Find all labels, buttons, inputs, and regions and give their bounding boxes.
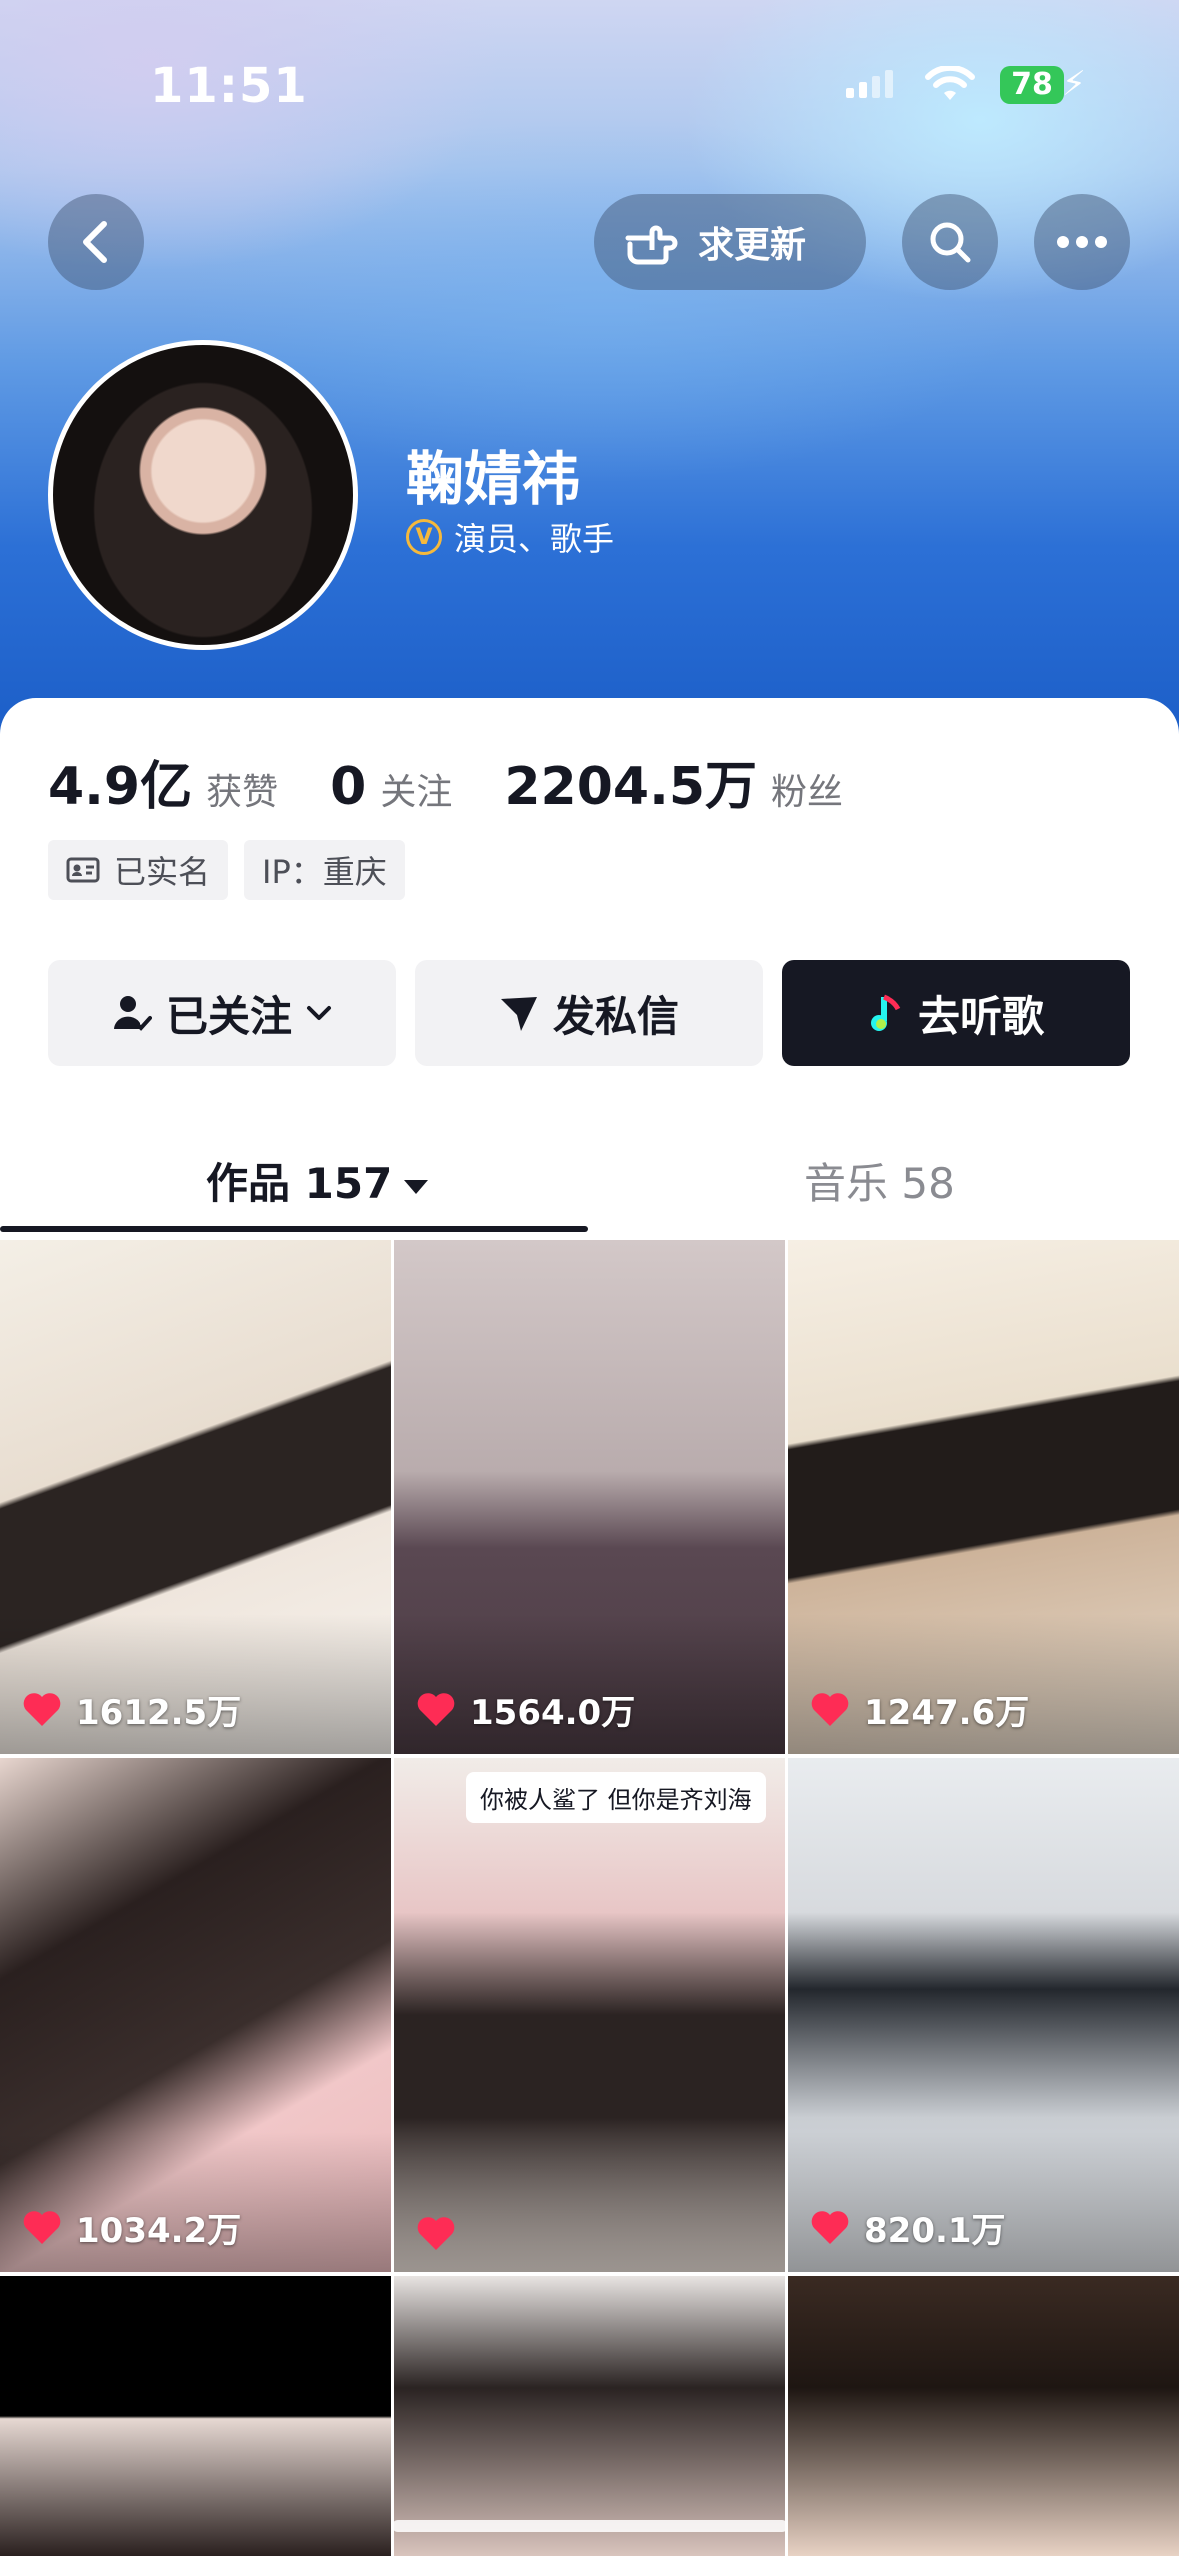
video-likes <box>416 2216 470 2252</box>
status-bar: 11:51 78 ⚡ <box>0 0 1179 150</box>
battery-level: 78 <box>1000 66 1064 104</box>
video-likes: 1612.5万 <box>22 1685 241 1734</box>
following-label[interactable]: 关注 <box>380 763 452 815</box>
status-time: 11:51 <box>150 58 308 114</box>
video-likes-count: 1612.5万 <box>76 1693 242 1733</box>
caret-down-icon <box>404 1179 429 1194</box>
heart-icon <box>23 2210 61 2244</box>
chevron-down-icon <box>306 1004 332 1022</box>
video-thumbnail[interactable]: 1034.2万 <box>0 1758 391 2272</box>
followed-label: 已关注 <box>165 991 292 1041</box>
video-thumbnail[interactable] <box>788 2276 1179 2556</box>
real-name-tag: 已实名 <box>48 840 229 900</box>
ip-location-text: IP：重庆 <box>262 853 387 891</box>
pointing-hand-icon <box>622 218 678 266</box>
listen-music-button[interactable]: 去听歌 <box>782 960 1130 1066</box>
video-thumbnail[interactable] <box>0 2276 391 2556</box>
more-button[interactable] <box>1034 194 1130 290</box>
followed-button[interactable]: 已关注 <box>48 960 396 1066</box>
tab-music-label: 音乐 58 <box>804 1159 955 1208</box>
signal-icon <box>846 68 894 98</box>
active-tab-indicator <box>0 1226 588 1232</box>
video-likes-count: 1034.2万 <box>76 2211 242 2251</box>
profile-name: 鞠婧祎 <box>406 445 581 513</box>
user-check-icon <box>112 993 152 1033</box>
video-thumbnail[interactable]: 820.1万 <box>788 1758 1179 2272</box>
message-button[interactable]: 发私信 <box>415 960 763 1066</box>
message-label: 发私信 <box>552 991 679 1041</box>
video-likes: 820.1万 <box>810 2203 1006 2252</box>
content-tabs: 作品 157 音乐 58 <box>0 1120 1179 1234</box>
tab-works-label: 作品 157 <box>206 1159 393 1208</box>
followers-count[interactable]: 2204.5万 <box>504 744 757 819</box>
music-note-icon <box>868 993 904 1033</box>
heart-icon <box>417 1692 455 1726</box>
video-likes-count: 820.1万 <box>864 2211 1006 2251</box>
video-thumbnail[interactable]: 1247.6万 <box>788 1240 1179 1754</box>
request-update-label: 求更新 <box>698 225 807 266</box>
heart-icon <box>811 1692 849 1726</box>
video-thumbnail[interactable]: 1612.5万 <box>0 1240 391 1754</box>
chevron-left-icon <box>83 221 107 263</box>
charging-icon: ⚡ <box>1062 64 1086 104</box>
heart-icon <box>811 2210 849 2244</box>
wifi-icon <box>925 66 975 100</box>
ip-location-tag: IP：重庆 <box>244 840 405 900</box>
followers-label[interactable]: 粉丝 <box>771 763 843 815</box>
video-likes-count: 1564.0万 <box>470 1693 636 1733</box>
tab-works[interactable]: 作品 157 <box>206 1150 429 1211</box>
heart-icon <box>417 2217 455 2250</box>
search-icon <box>930 222 971 263</box>
send-icon <box>499 993 539 1033</box>
likes-count: 4.9亿 <box>48 757 193 817</box>
verified-badge-icon: V <box>406 519 442 555</box>
home-indicator <box>392 2520 788 2532</box>
video-caption: 你被人鲨了 但你是齐刘海 <box>466 1772 766 1823</box>
verification-row: V 演员、歌手 <box>406 514 614 560</box>
heart-icon <box>23 1692 61 1726</box>
search-button[interactable] <box>902 194 998 290</box>
video-thumbnail[interactable] <box>394 2276 785 2556</box>
video-thumbnail[interactable]: 1564.0万 <box>394 1240 785 1754</box>
more-dots-icon <box>1057 236 1107 248</box>
following-count[interactable]: 0 <box>330 757 366 817</box>
video-likes: 1564.0万 <box>416 1685 635 1734</box>
video-likes-count: 1247.6万 <box>864 1693 1030 1733</box>
request-update-button[interactable]: 求更新 <box>594 194 866 290</box>
listen-music-label: 去听歌 <box>917 991 1044 1041</box>
tab-music[interactable]: 音乐 58 <box>804 1150 955 1211</box>
id-card-icon <box>66 857 100 883</box>
action-buttons: 已关注 发私信 去听歌 <box>48 960 1130 1066</box>
back-button[interactable] <box>48 194 144 290</box>
likes-label: 获赞 <box>206 772 279 813</box>
profile-tags: 已实名 IP：重庆 <box>48 840 421 900</box>
stats-row: 4.9亿 获赞 0 关注 2204.5万 粉丝 <box>48 744 895 819</box>
verification-text: 演员、歌手 <box>454 520 615 558</box>
video-likes: 1247.6万 <box>810 1685 1029 1734</box>
avatar[interactable] <box>48 340 358 650</box>
video-likes: 1034.2万 <box>22 2203 241 2252</box>
real-name-text: 已实名 <box>114 853 211 891</box>
video-thumbnail[interactable]: 你被人鲨了 但你是齐刘海 <box>394 1758 785 2272</box>
